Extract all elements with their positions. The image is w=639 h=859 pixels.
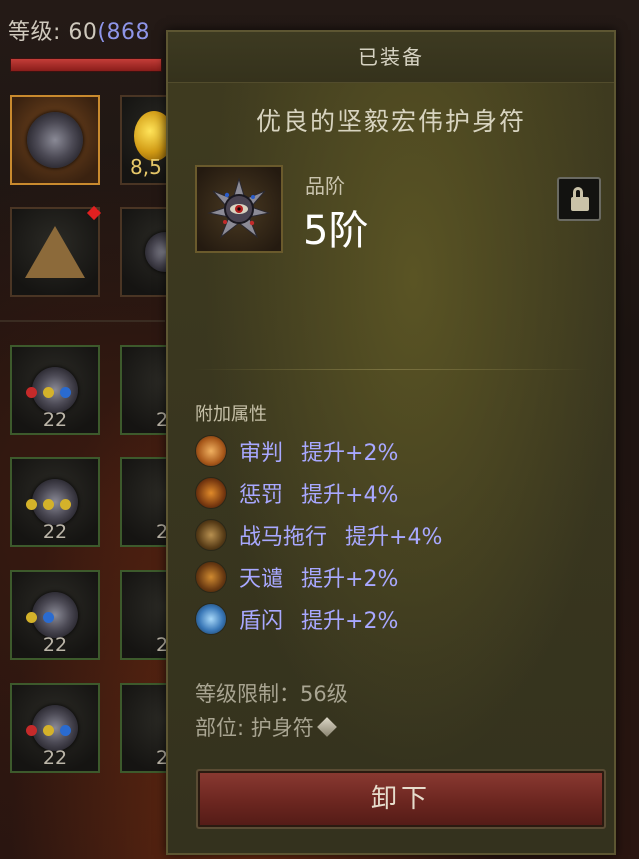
health-bar: [10, 58, 162, 72]
equipped-amulet-slot[interactable]: [10, 95, 100, 185]
attribute-bonus: 提升+2%: [301, 609, 399, 634]
gear-level: 22: [42, 409, 68, 431]
attribute-bonus: 提升+2%: [301, 441, 399, 466]
gear-level: 22: [42, 521, 68, 543]
item-icon-frame: [195, 165, 283, 253]
equip-slot-line: 部位: 护身符: [195, 712, 337, 742]
amulet-icon: [207, 177, 271, 239]
level-requirement: 等级限制：56级: [195, 682, 348, 706]
emblem-slot[interactable]: [10, 207, 100, 297]
grade-value: 5阶: [303, 208, 369, 254]
attribute-row: 天谴 提升+2%: [195, 556, 442, 598]
gear-slot-7[interactable]: 22: [10, 683, 100, 773]
equip-slot-text: 部位: 护身符: [195, 716, 314, 740]
tooltip-header: 已装备: [168, 32, 614, 83]
attribute-bonus: 提升+2%: [301, 567, 399, 592]
attribute-skill: 盾闪: [239, 609, 284, 634]
attribute-skill: 天谴: [239, 567, 284, 592]
attributes-list: 审判 提升+2% 惩罚 提升+4% 战马拖行 提升+4% 天谴 提升+2% 盾闪…: [195, 430, 442, 640]
amulet-slot-icon: [316, 717, 337, 737]
attributes-title: 附加属性: [195, 404, 267, 425]
judgment-icon: [195, 435, 227, 467]
attribute-row: 盾闪 提升+2%: [195, 598, 442, 640]
attribute-row: 战马拖行 提升+4%: [195, 514, 442, 556]
gear-level: 22: [42, 634, 68, 656]
grade-label: 品阶: [305, 174, 345, 198]
punishment-icon: [195, 477, 227, 509]
warhorse-drag-icon: [195, 519, 227, 551]
player-level: 等级: 60(868: [8, 20, 150, 45]
attribute-bonus: 提升+4%: [301, 483, 399, 508]
attribute-row: 审判 提升+2%: [195, 430, 442, 472]
lock-button[interactable]: [557, 177, 601, 221]
amulet-icon: [27, 112, 83, 168]
attribute-skill: 战马拖行: [239, 525, 328, 550]
inventory-divider: [0, 320, 165, 322]
wrath-icon: [195, 561, 227, 593]
gear-level: 22: [42, 747, 68, 769]
attribute-skill: 审判: [239, 441, 284, 466]
attribute-bonus: 提升+4%: [345, 525, 443, 550]
attribute-row: 惩罚 提升+4%: [195, 472, 442, 514]
attribute-skill: 惩罚: [239, 483, 284, 508]
gear-slot-1[interactable]: 22: [10, 345, 100, 435]
gold-amount: 8,5: [130, 155, 162, 179]
unequip-button[interactable]: 卸下: [196, 769, 606, 829]
emblem-icon: [25, 226, 85, 278]
gear-slot-3[interactable]: 22: [10, 457, 100, 547]
shield-flash-icon: [195, 603, 227, 635]
item-name: 优良的坚毅宏伟护身符: [255, 107, 526, 136]
gear-slot-5[interactable]: 22: [10, 570, 100, 660]
section-divider: [193, 369, 589, 370]
item-tooltip-panel: 已装备 优良的坚毅宏伟护身符 品阶 5阶 附加属性 审判 提升+2% 惩罚 提升…: [166, 30, 616, 855]
